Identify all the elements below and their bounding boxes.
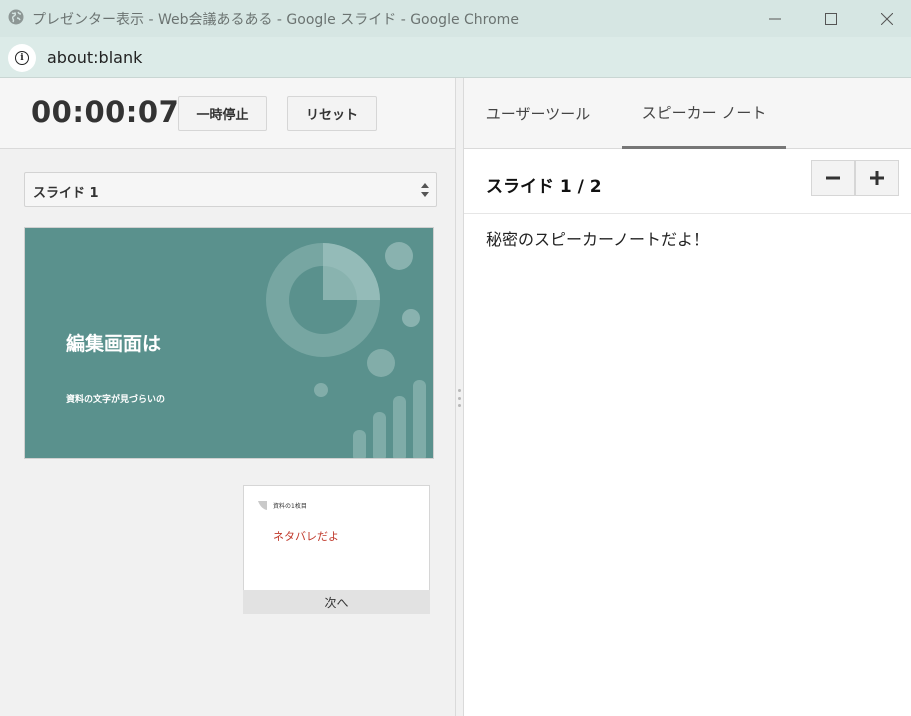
increase-font-button[interactable]: [855, 160, 899, 196]
close-button[interactable]: [857, 0, 911, 37]
maximize-button[interactable]: [801, 0, 861, 37]
slide-select[interactable]: スライド 1: [24, 172, 437, 207]
current-slide-preview: 編集画面は 資料の文字が見づらいの: [24, 227, 434, 459]
globe-icon: [8, 9, 24, 25]
slide-title: 編集画面は: [66, 333, 162, 355]
slide-thumbnail-icon: [258, 501, 267, 510]
next-slide-button[interactable]: 次へ: [243, 590, 430, 614]
info-icon: i: [15, 51, 29, 65]
presenter-left-panel: 00:00:07 一時停止 リセット スライド 1 編集画面は 資料の文字が見づ…: [0, 78, 455, 716]
elapsed-timer: 00:00:07: [31, 95, 180, 129]
next-slide-text: ネタバレだよ: [273, 530, 339, 543]
slide-counter: スライド 1 / 2: [486, 177, 602, 197]
tab-bar: ユーザーツール スピーカー ノート: [464, 78, 911, 149]
reset-button[interactable]: リセット: [287, 96, 377, 131]
drag-grip-icon: [458, 389, 461, 407]
maximize-icon: [825, 12, 837, 25]
speaker-notes-text: 秘密のスピーカーノートだよ！: [486, 230, 710, 249]
notes-header: スライド 1 / 2: [464, 149, 911, 214]
address-bar: i about:blank: [0, 37, 911, 78]
decrease-font-button[interactable]: [811, 160, 855, 196]
tab-speaker-notes[interactable]: スピーカー ノート: [622, 78, 786, 149]
panel-resize-handle[interactable]: [455, 78, 464, 716]
close-icon: [881, 12, 893, 25]
url-field[interactable]: about:blank: [47, 48, 142, 67]
plus-icon: [870, 171, 884, 185]
timer-bar: 00:00:07 一時停止 リセット: [0, 78, 455, 149]
slide-subtitle: 資料の文字が見づらいの: [66, 395, 166, 405]
next-slide-preview[interactable]: 資料の1枚目 ネタバレだよ: [243, 485, 430, 591]
presenter-right-panel: ユーザーツール スピーカー ノート スライド 1 / 2 秘密のスピーカーノート…: [464, 78, 911, 716]
window-titlebar: プレゼンター表示 - Web会議あるある - Google スライド - Goo…: [0, 0, 911, 37]
pause-button[interactable]: 一時停止: [178, 96, 267, 131]
tab-user-tools[interactable]: ユーザーツール: [464, 78, 612, 149]
slide-select-value: スライド 1: [33, 186, 99, 201]
window-title: プレゼンター表示 - Web会議あるある - Google スライド - Goo…: [32, 12, 519, 28]
minus-icon: [826, 176, 840, 180]
site-info-button[interactable]: i: [8, 44, 36, 72]
minimize-button[interactable]: [745, 0, 805, 37]
minimize-icon: [769, 18, 781, 19]
next-slide-title: 資料の1枚目: [273, 503, 307, 510]
select-arrows-icon: [421, 183, 429, 197]
